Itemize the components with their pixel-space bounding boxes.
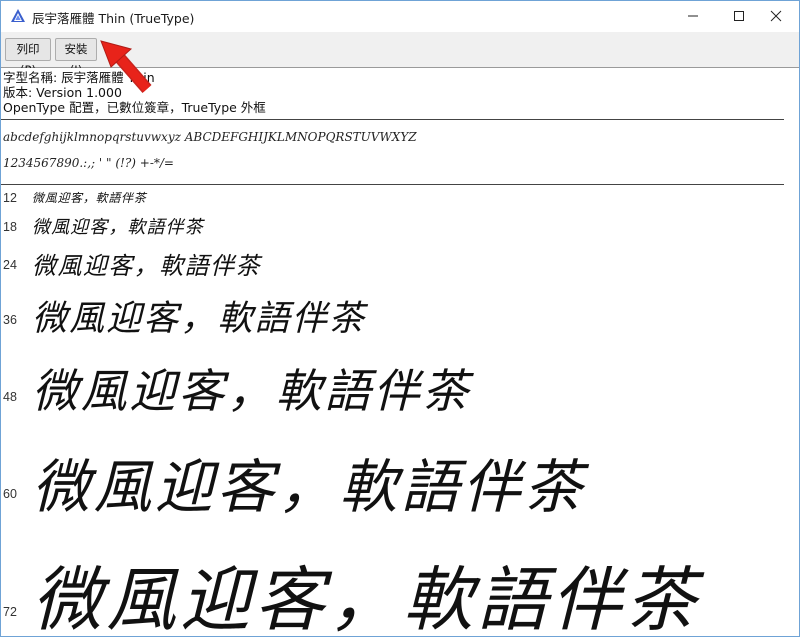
minimize-button[interactable]: [670, 1, 716, 31]
size-label: 60: [3, 487, 17, 501]
size-label: 36: [3, 313, 17, 327]
font-preview-content[interactable]: 字型名稱: 辰宇落雁體 Thin 版本: Version 1.000 OpenT…: [1, 68, 799, 636]
font-preview-window: 辰宇落雁體 Thin (TrueType) 列印(P) 安裝(I) 字型名稱: …: [0, 0, 800, 637]
close-button[interactable]: [753, 1, 799, 31]
size-label: 48: [3, 390, 17, 404]
sample-text: 微風迎客，軟語伴茶: [32, 453, 586, 521]
sample-text: 微風迎客，軟語伴茶: [32, 252, 261, 280]
charset-symbols: 1234567890.:,; ' " (!?) +-*/=: [3, 156, 174, 170]
close-icon: [770, 7, 782, 26]
red-arrow-icon: [97, 35, 159, 99]
install-button[interactable]: 安裝(I): [55, 38, 97, 77]
window-title: 辰宇落雁體 Thin (TrueType): [32, 11, 195, 26]
print-button[interactable]: 列印(P): [5, 38, 51, 77]
sample-text: 微風迎客，軟語伴茶: [32, 299, 366, 339]
size-label: 18: [3, 220, 17, 234]
title-bar[interactable]: 辰宇落雁體 Thin (TrueType): [1, 1, 799, 32]
size-label: 24: [3, 258, 17, 272]
sample-text: 微風迎客，軟語伴茶: [32, 217, 204, 238]
sample-text: 微風迎客，軟語伴茶: [32, 191, 147, 205]
font-type-line: OpenType 配置，已數位簽章，TrueType 外框: [3, 100, 266, 115]
divider: [1, 119, 784, 120]
font-viewer-icon: [10, 8, 26, 24]
sample-text: 微風迎客，軟語伴茶: [32, 364, 471, 418]
minimize-icon: [687, 7, 699, 26]
size-label: 72: [3, 605, 17, 619]
maximize-icon: [733, 7, 745, 26]
size-label: 12: [3, 191, 17, 205]
sample-text: 微風迎客，軟語伴茶: [32, 559, 700, 637]
divider: [1, 184, 784, 185]
charset-alphabet: abcdefghijklmnopqrstuvwxyz ABCDEFGHIJKLM…: [3, 130, 417, 144]
